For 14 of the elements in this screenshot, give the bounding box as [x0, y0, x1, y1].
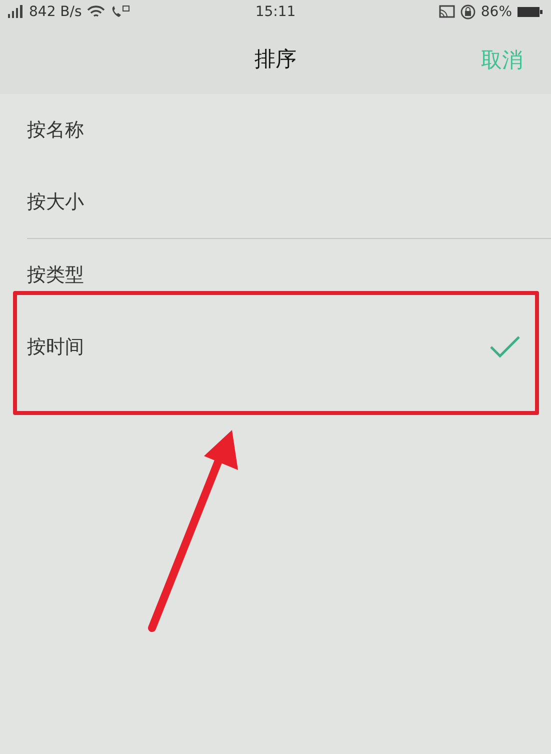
wifi-icon: [86, 5, 105, 19]
sort-option[interactable]: 按大小: [0, 166, 551, 238]
page-title: 排序: [254, 46, 296, 73]
sort-option[interactable]: 按类型: [27, 239, 551, 311]
lock-icon: [460, 4, 476, 20]
phone-icon: [110, 5, 130, 19]
cast-icon: [438, 5, 455, 19]
sort-option[interactable]: 按时间: [27, 311, 551, 383]
clock: 15:11: [255, 4, 296, 20]
signal-icon: [8, 5, 24, 19]
battery-icon: [517, 6, 544, 18]
battery-percent: 86%: [480, 4, 512, 20]
network-speed: 842 B/s: [29, 4, 82, 20]
sort-option[interactable]: 按名称: [0, 94, 551, 166]
